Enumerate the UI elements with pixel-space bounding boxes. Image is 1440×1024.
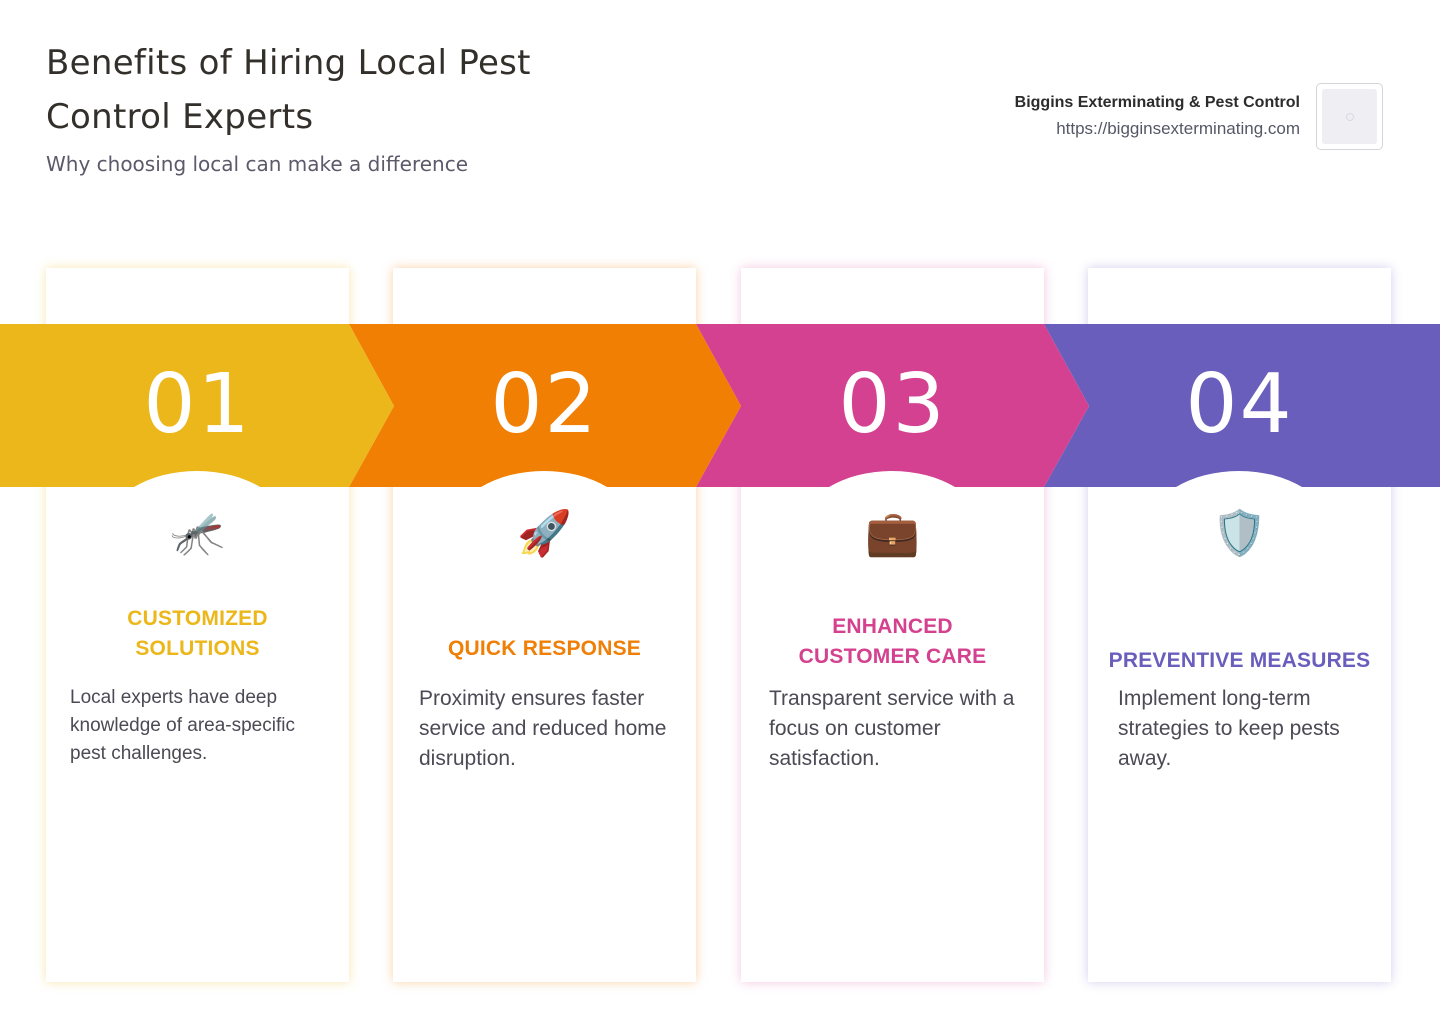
step-title-2: QUICK RESPONSE: [448, 637, 641, 660]
step-description-4: Implement long-term strategies to keep p…: [1118, 687, 1340, 770]
brand-logo: [1316, 83, 1383, 150]
logo-placeholder-icon: [1322, 89, 1377, 144]
step-title-4: PREVENTIVE MEASURES: [1108, 649, 1371, 672]
brand-name: Biggins Exterminating & Pest Control: [1014, 94, 1300, 111]
step-description-3: Transparent service with a focus on cust…: [769, 687, 1015, 770]
mosquito-icon: 🦟: [170, 509, 225, 558]
step-title-3: ENHANCED CUSTOMER CARE: [798, 615, 987, 668]
step-number-1: 01: [143, 357, 252, 452]
brand-url[interactable]: https://bigginsexterminating.com: [1015, 114, 1300, 144]
step-description-1: Local experts have deep knowledge of are…: [70, 687, 295, 764]
page-title: Benefits of Hiring Local Pest Control Ex…: [46, 43, 531, 137]
step-number-4: 04: [1185, 357, 1294, 452]
step-number-2: 02: [490, 357, 599, 452]
briefcase-icon: 💼: [865, 509, 920, 558]
shield-icon: 🛡️: [1212, 509, 1267, 558]
step-description-2: Proximity ensures faster service and red…: [419, 687, 667, 770]
rocket-icon: 🚀: [517, 509, 572, 558]
step-title-1: CUSTOMIZED SOLUTIONS: [127, 607, 268, 660]
step-number-3: 03: [838, 357, 947, 452]
brand-block: Biggins Exterminating & Pest Control htt…: [1015, 92, 1300, 144]
page-subtitle: Why choosing local can make a difference: [46, 152, 469, 176]
